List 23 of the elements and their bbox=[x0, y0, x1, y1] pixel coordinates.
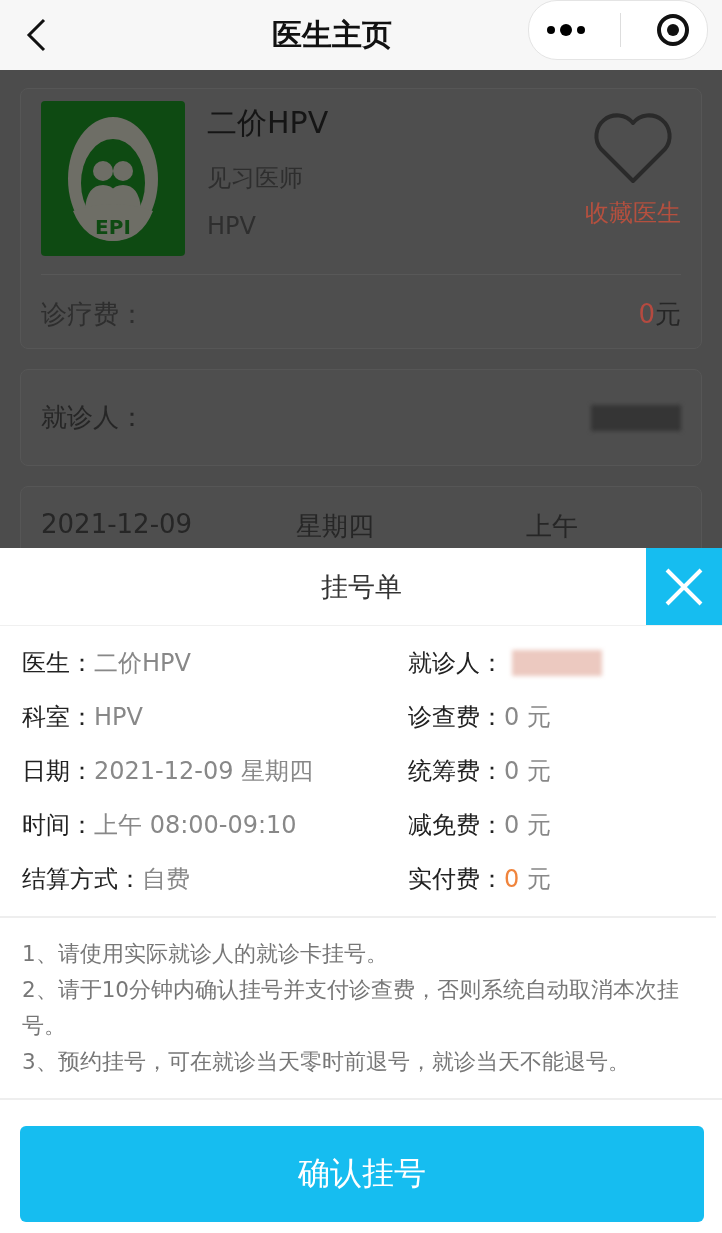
detail-item: 时间：上午 08:00-09:10 bbox=[22, 810, 298, 841]
close-target-icon[interactable] bbox=[655, 13, 690, 47]
confirm-button[interactable]: 确认挂号 bbox=[20, 1126, 704, 1222]
clinic-logo: EPI bbox=[41, 101, 185, 256]
detail-item: 结算方式：自费 bbox=[22, 864, 191, 895]
notice-text: 2、请于10分钟内确认挂号并支付诊查费，否则系统自动取消本次挂号。 bbox=[22, 976, 681, 1040]
detail-item: 科室：HPV bbox=[22, 702, 144, 733]
detail-item: 日期：2021-12-09 星期四 bbox=[22, 756, 315, 787]
notice-text: 1、请使用实际就诊人的就诊卡挂号。 bbox=[22, 940, 389, 968]
detail-label: 就诊人： bbox=[408, 648, 504, 679]
fee-item: 实付费：0 元 bbox=[408, 864, 553, 895]
fee-item: 统筹费：0 元 bbox=[408, 756, 553, 787]
page-title: 医生主页 bbox=[271, 15, 393, 54]
more-icon[interactable] bbox=[546, 24, 587, 36]
close-icon bbox=[664, 566, 704, 607]
fee-item: 减免费：0 元 bbox=[408, 810, 553, 841]
notice-text: 3、预约挂号，可在就诊当天零时前退号，就诊当天不能退号。 bbox=[22, 1048, 631, 1076]
sheet-title: 挂号单 bbox=[319, 569, 403, 604]
detail-item: 医生：二价HPV bbox=[22, 648, 192, 679]
favorite-label[interactable]: 收藏医生 bbox=[585, 197, 681, 229]
fee-item: 诊查费：0 元 bbox=[408, 702, 553, 733]
doctor-name: 二价HPV bbox=[207, 104, 330, 142]
back-icon[interactable] bbox=[26, 18, 46, 52]
